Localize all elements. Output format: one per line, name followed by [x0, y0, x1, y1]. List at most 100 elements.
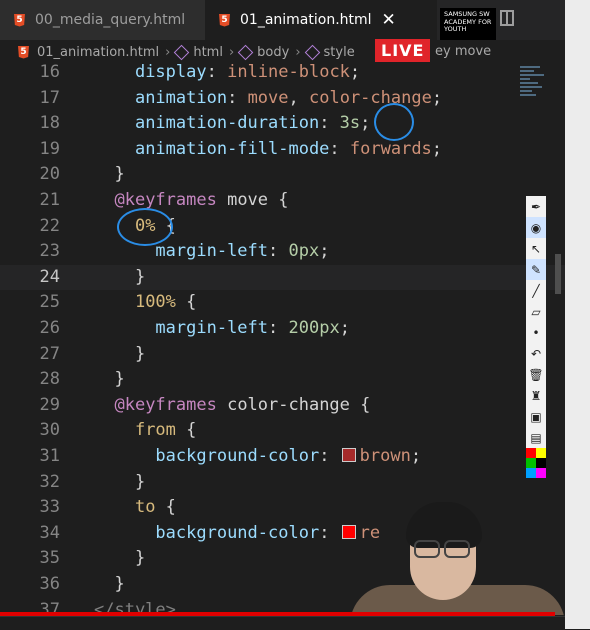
trash-icon[interactable]: 🗑	[526, 364, 546, 385]
status-bar	[0, 616, 565, 630]
code-token: background-color	[155, 446, 320, 466]
line-number: 22	[39, 215, 60, 236]
code-text: background-color: re	[94, 521, 380, 547]
clipboard-icon[interactable]: ▤	[526, 427, 546, 448]
code-line[interactable]: 23 margin-left: 0px;	[0, 239, 565, 265]
line-number: 32	[39, 471, 60, 492]
code-token: :	[319, 446, 340, 466]
code-text: to {	[94, 495, 176, 521]
palette-color[interactable]	[526, 458, 536, 468]
code-token: }	[114, 369, 125, 390]
code-line[interactable]: 29 @keyframes color-change {	[0, 393, 565, 419]
line-number: 34	[39, 522, 60, 543]
html5-icon: 5	[219, 13, 230, 27]
code-line[interactable]: 22 0% {	[0, 214, 565, 240]
code-token: }	[114, 574, 125, 594]
code-token: ;	[431, 138, 443, 159]
code-text: }	[94, 546, 145, 572]
code-line[interactable]: 27 }	[0, 342, 565, 368]
split-editor-icon[interactable]	[500, 10, 514, 26]
code-line[interactable]: 20 }	[0, 162, 565, 188]
code-line[interactable]: 21 @keyframes move {	[0, 188, 565, 214]
code-token: forwards	[349, 138, 432, 159]
code-token: :	[329, 138, 350, 159]
code-text: animation-duration: 3s;	[94, 111, 370, 137]
code-token: ;	[319, 241, 330, 262]
line-number: 35	[39, 548, 60, 569]
code-token: :	[319, 113, 340, 134]
code-token: margin-left	[155, 241, 269, 262]
tab-00-media-query[interactable]: 5 00_media_query.html	[0, 0, 205, 40]
tab-01-animation[interactable]: 5 01_animation.html ✕	[205, 0, 437, 40]
minimap[interactable]	[520, 64, 548, 124]
breadcrumb-tail[interactable]: ey move	[435, 44, 491, 59]
undo-icon[interactable]: ↶	[526, 343, 546, 364]
scroll-thumb[interactable]	[555, 254, 561, 294]
eraser-icon[interactable]: ▱	[526, 301, 546, 322]
code-line[interactable]: 31 background-color: brown;	[0, 444, 565, 470]
code-line[interactable]: 28 }	[0, 367, 565, 393]
breadcrumb-html[interactable]: html	[193, 45, 223, 60]
code-token: ;	[410, 446, 422, 466]
eye-icon[interactable]: ◉	[526, 217, 546, 238]
stamp-icon[interactable]: ♜	[526, 385, 546, 406]
code-line[interactable]: 17 animation: move, color-change;	[0, 86, 565, 112]
code-line[interactable]: 26 margin-left: 200px;	[0, 316, 565, 342]
code-token: move	[247, 87, 289, 108]
line-number: 20	[39, 164, 60, 185]
code-token: {	[175, 420, 197, 441]
line-number: 27	[39, 343, 60, 364]
chevron-right-icon: ›	[165, 44, 171, 60]
code-text: }	[94, 572, 125, 598]
code-token: display	[134, 64, 207, 82]
code-text: }	[94, 265, 145, 291]
code-line[interactable]: 18 animation-duration: 3s;	[0, 111, 565, 137]
code-line[interactable]: 30 from {	[0, 418, 565, 444]
color-swatch-icon[interactable]	[341, 448, 356, 462]
tab-bar: 5 00_media_query.html 5 01_animation.htm…	[0, 0, 590, 58]
color-palette	[526, 448, 546, 478]
presenter-webcam	[350, 490, 565, 615]
code-token: ,	[288, 87, 309, 108]
line-number: 23	[39, 241, 60, 262]
highlighter-icon[interactable]: ✎	[526, 259, 546, 280]
code-line[interactable]: 24 }	[0, 264, 565, 291]
code-line[interactable]: 19 animation-fill-mode: forwards;	[0, 137, 565, 163]
code-token: ;	[339, 318, 350, 338]
breadcrumb-style[interactable]: style	[324, 45, 355, 60]
code-text: from {	[94, 418, 196, 444]
code-token: {	[278, 190, 289, 210]
code-text: }	[94, 342, 145, 368]
code-line[interactable]: 25 100% {	[0, 290, 565, 316]
code-line[interactable]: 16 display: inline-block;	[0, 64, 565, 86]
code-token: }	[114, 164, 125, 185]
code-token: brown	[359, 446, 411, 466]
camera-icon[interactable]: ▣	[526, 406, 546, 427]
palette-color[interactable]	[526, 468, 536, 478]
pencil-icon[interactable]: ╱	[526, 280, 546, 301]
code-token: }	[134, 548, 146, 569]
code-token: to	[134, 497, 156, 518]
palette-color[interactable]	[526, 448, 536, 458]
annotation-circle-3s	[374, 103, 414, 141]
close-icon[interactable]: ✕	[382, 10, 396, 30]
tab-label: 01_animation.html	[240, 12, 372, 28]
line-number: 25	[39, 292, 60, 313]
line-number: 33	[39, 497, 60, 518]
line-number: 30	[39, 420, 60, 441]
pen-nib-icon[interactable]: ✒	[526, 196, 546, 217]
breadcrumb-file[interactable]: 01_animation.html	[37, 45, 159, 60]
palette-color[interactable]	[536, 448, 546, 458]
breadcrumb-body[interactable]: body	[257, 45, 289, 60]
line-number: 31	[39, 446, 60, 466]
dot-icon[interactable]: •	[526, 322, 546, 343]
chevron-right-icon: ›	[228, 44, 235, 60]
line-number: 19	[39, 138, 60, 159]
line-number: 26	[39, 318, 60, 338]
line-number: 18	[39, 113, 60, 134]
element-icon	[174, 44, 190, 60]
palette-color[interactable]	[536, 458, 546, 468]
cursor-icon[interactable]: ↖	[526, 238, 546, 259]
palette-color[interactable]	[536, 468, 546, 478]
code-token: move	[216, 190, 279, 210]
